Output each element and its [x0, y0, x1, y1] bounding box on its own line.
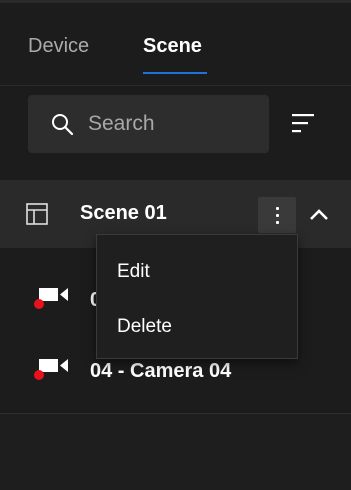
search-input[interactable] [88, 109, 258, 139]
active-tab-indicator [143, 72, 207, 74]
layout-icon [26, 203, 48, 225]
kebab-dot [276, 221, 279, 224]
search-box[interactable] [28, 95, 269, 153]
chevron-up-icon[interactable] [306, 202, 332, 226]
tab-bar: Device Scene [0, 20, 351, 74]
kebab-dot [276, 207, 279, 210]
top-border [0, 0, 351, 3]
menu-item-delete[interactable]: Delete [97, 304, 297, 350]
bottom-panel [0, 414, 351, 490]
camera-label: 04 - Camera 04 [90, 360, 232, 382]
sort-icon[interactable] [292, 112, 316, 134]
menu-item-edit[interactable]: Edit [97, 249, 297, 295]
tab-scene[interactable]: Scene [143, 34, 202, 58]
kebab-dot [276, 214, 279, 217]
scene-title: Scene 01 [80, 202, 167, 224]
camera-icon [34, 288, 68, 309]
tab-device[interactable]: Device [28, 34, 89, 58]
context-menu: Edit Delete [96, 234, 298, 359]
tabs-divider [0, 85, 351, 86]
search-icon [52, 114, 74, 136]
camera-icon [34, 359, 68, 380]
more-options-button[interactable] [258, 197, 296, 233]
